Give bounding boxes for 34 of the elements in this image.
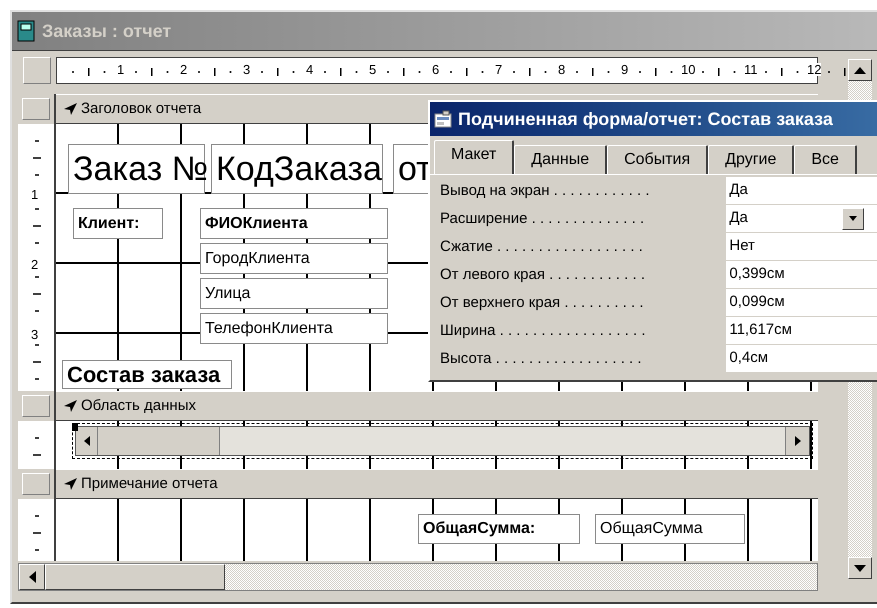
window-title: Заказы : отчет (42, 20, 172, 42)
ruler-number: 3 (243, 63, 250, 76)
ruler-number: 6 (432, 63, 440, 76)
ruler-number: 4 (306, 63, 314, 76)
ruler-number: 11 (744, 63, 758, 76)
property-label: Высота . . . . . . . . . . . . . . . . . . (440, 348, 643, 369)
property-value: 0,399см (729, 264, 785, 284)
ruler-number: 9 (621, 63, 628, 76)
property-value: 0,099см (729, 292, 785, 312)
ruler-number: 12 (807, 63, 822, 76)
property-value: 11,617см (729, 320, 792, 340)
section-title: Примечание отчета (81, 474, 218, 494)
property-label: Сжатие . . . . . . . . . . . . . . . . . . (440, 236, 644, 257)
ruler-number: 2 (31, 258, 38, 271)
ruler-number: 2 (180, 63, 188, 76)
property-value: Да (729, 180, 748, 200)
ruler-number: 1 (117, 63, 124, 76)
property-label: Ширина . . . . . . . . . . . . . . . . . . (440, 320, 647, 341)
ruler-number: 10 (681, 63, 696, 76)
ruler-number: 5 (369, 63, 376, 76)
ruler-number: 7 (495, 63, 502, 76)
property-value: Нет (729, 236, 755, 256)
section-title: Область данных (81, 396, 196, 416)
property-value: 0,4см (729, 348, 768, 368)
property-label: От левого края . . . . . . . . . . . . (440, 264, 646, 285)
property-label: От верхнего края . . . . . . . . . . (440, 292, 645, 313)
dialog-title: Подчиненная форма/отчет: Состав заказа (458, 108, 833, 131)
section-title: Заголовок отчета (81, 98, 202, 119)
ruler-number: 8 (558, 63, 566, 76)
property-label: Расширение . . . . . . . . . . . . . . (440, 208, 646, 229)
ruler-number: 1 (31, 188, 38, 201)
ruler-number: 3 (31, 328, 38, 341)
property-value: Да (729, 208, 748, 228)
property-label: Вывод на экран . . . . . . . . . . . . (440, 180, 651, 201)
